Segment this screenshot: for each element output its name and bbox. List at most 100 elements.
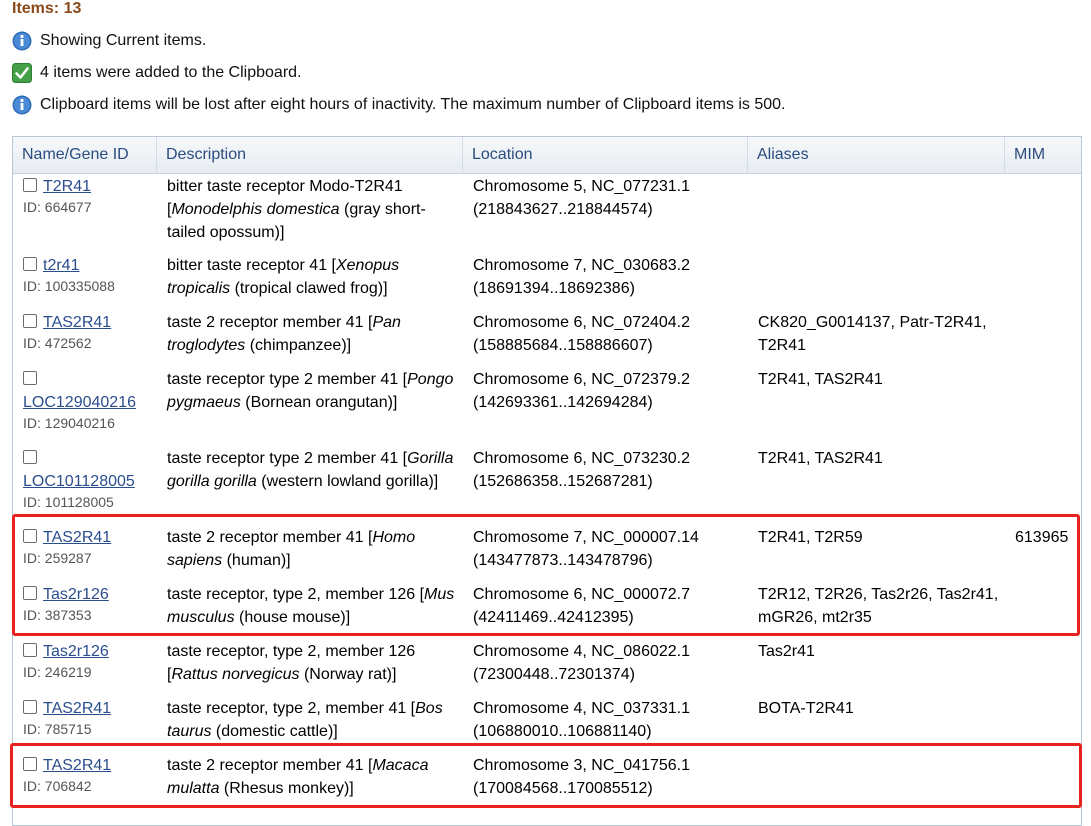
gene-link[interactable]: TAS2R41 xyxy=(43,314,111,331)
row-checkbox[interactable] xyxy=(23,757,37,771)
info-message-text: Showing Current items. xyxy=(40,32,207,49)
row-checkbox[interactable] xyxy=(23,586,37,600)
name-cell: TAS2R41 ID: 785715 xyxy=(23,697,157,739)
info-message-text: Clipboard items will be lost after eight… xyxy=(40,96,786,113)
column-header-name[interactable]: Name/Gene ID xyxy=(13,137,157,173)
name-cell: LOC101128005 ID: 101128005 xyxy=(23,447,157,512)
location-chromosome: Chromosome 4, NC_086022.1 xyxy=(473,643,691,660)
location-cell: Chromosome 6, NC_072379.2 (142693361..142… xyxy=(473,368,753,414)
location-range: (142693361..142694284) xyxy=(473,394,653,411)
aliases-cell: T2R41, T2R59 xyxy=(758,529,863,546)
gene-link[interactable]: Tas2r126 xyxy=(43,586,109,603)
success-message: 4 items were added to the Clipboard. xyxy=(12,62,301,84)
location-range: (42411469..42412395) xyxy=(473,609,634,626)
name-cell: T2R41 ID: 664677 xyxy=(23,175,157,217)
location-chromosome: Chromosome 6, NC_000072.7 xyxy=(473,586,691,603)
location-cell: Chromosome 7, NC_030683.2 (18691394..1869… xyxy=(473,254,753,300)
description-cell: taste receptor, type 2, member 41 [Bos t… xyxy=(167,697,457,743)
row-checkbox[interactable] xyxy=(23,314,37,328)
name-cell: t2r41 ID: 100335088 xyxy=(23,254,157,296)
gene-id: ID: 472562 xyxy=(23,335,92,351)
location-chromosome: Chromosome 6, NC_073230.2 xyxy=(473,450,691,467)
location-range: (72300448..72301374) xyxy=(473,666,635,683)
location-range: (106880010..106881140) xyxy=(473,723,652,740)
description-text: taste 2 receptor member 41 [ xyxy=(167,314,373,331)
description-text: bitter taste receptor 41 [ xyxy=(167,257,336,274)
row-checkbox[interactable] xyxy=(23,178,37,192)
row-checkbox[interactable] xyxy=(23,643,37,657)
description-text: taste receptor type 2 member 41 [ xyxy=(167,371,408,388)
location-range: (158885684..158886607) xyxy=(473,337,653,354)
info-icon xyxy=(12,31,32,51)
gene-link[interactable]: TAS2R41 xyxy=(43,700,111,717)
description-text: taste 2 receptor member 41 [ xyxy=(167,757,373,774)
description-cell: taste 2 receptor member 41 [Pan troglody… xyxy=(167,311,457,357)
aliases-cell: T2R41, TAS2R41 xyxy=(758,450,883,467)
location-cell: Chromosome 7, NC_000007.14 (143477873..14… xyxy=(473,526,753,572)
location-cell: Chromosome 6, NC_072404.2 (158885684..158… xyxy=(473,311,753,357)
location-chromosome: Chromosome 6, NC_072404.2 xyxy=(473,314,691,331)
name-cell: TAS2R41 ID: 472562 xyxy=(23,311,157,353)
description-common-name: (Rhesus monkey)] xyxy=(219,780,354,797)
column-header-mim[interactable]: MIM xyxy=(1005,137,1081,173)
name-cell: TAS2R41 ID: 259287 xyxy=(23,526,157,568)
location-chromosome: Chromosome 4, NC_037331.1 xyxy=(473,700,691,717)
description-text: taste receptor, type 2, member 126 [ xyxy=(167,586,425,603)
location-chromosome: Chromosome 6, NC_072379.2 xyxy=(473,371,691,388)
gene-link[interactable]: LOC129040216 xyxy=(23,394,136,411)
name-cell: LOC129040216 ID: 129040216 xyxy=(23,368,157,433)
gene-id: ID: 387353 xyxy=(23,607,92,623)
description-common-name: (tropical clawed frog)] xyxy=(230,280,388,297)
gene-link[interactable]: Tas2r126 xyxy=(43,643,109,660)
aliases-cell: Tas2r41 xyxy=(758,643,815,660)
gene-link[interactable]: T2R41 xyxy=(43,178,91,195)
gene-id: ID: 100335088 xyxy=(23,278,115,294)
location-cell: Chromosome 6, NC_073230.2 (152686358..152… xyxy=(473,447,753,493)
description-text: taste 2 receptor member 41 [ xyxy=(167,529,373,546)
aliases-cell: CK820_G0014137, Patr-T2R41, T2R41 xyxy=(758,314,987,354)
row-checkbox[interactable] xyxy=(23,529,37,543)
description-text: taste receptor type 2 member 41 [ xyxy=(167,450,408,467)
name-cell: TAS2R41 ID: 706842 xyxy=(23,754,157,796)
description-common-name: (western lowland gorilla)] xyxy=(256,473,439,490)
mim-cell[interactable]: 613965 xyxy=(1015,526,1081,549)
location-cell: Chromosome 4, NC_086022.1 (72300448..7230… xyxy=(473,640,753,686)
results-table: Name/Gene ID Description Location Aliase… xyxy=(12,136,1082,826)
row-checkbox[interactable] xyxy=(23,450,37,464)
location-chromosome: Chromosome 7, NC_030683.2 xyxy=(473,257,691,274)
gene-link[interactable]: TAS2R41 xyxy=(43,757,111,774)
location-range: (170084568..170085512) xyxy=(473,780,653,797)
info-icon xyxy=(12,95,32,115)
description-cell: taste 2 receptor member 41 [Macaca mulat… xyxy=(167,754,457,800)
description-common-name: (chimpanzee)] xyxy=(245,337,352,354)
location-cell: Chromosome 3, NC_041756.1 (170084568..170… xyxy=(473,754,753,800)
gene-link[interactable]: t2r41 xyxy=(43,257,79,274)
success-message-text: 4 items were added to the Clipboard. xyxy=(40,64,302,81)
location-range: (218843627..218844574) xyxy=(473,201,653,218)
aliases-cell: T2R41, TAS2R41 xyxy=(758,371,883,388)
row-checkbox[interactable] xyxy=(23,700,37,714)
gene-id: ID: 101128005 xyxy=(23,494,114,510)
info-message: Showing Current items. xyxy=(12,30,206,52)
aliases-cell: BOTA-T2R41 xyxy=(758,700,854,717)
description-common-name: (house mouse)] xyxy=(234,609,351,626)
description-cell: bitter taste receptor 41 [Xenopus tropic… xyxy=(167,254,457,300)
row-checkbox[interactable] xyxy=(23,371,37,385)
row-checkbox[interactable] xyxy=(23,257,37,271)
column-header-aliases[interactable]: Aliases xyxy=(748,137,1005,173)
location-chromosome: Chromosome 7, NC_000007.14 xyxy=(473,529,699,546)
column-header-description[interactable]: Description xyxy=(157,137,463,173)
description-cell: taste receptor type 2 member 41 [Gorilla… xyxy=(167,447,457,493)
description-common-name: (human)] xyxy=(222,552,291,569)
species-name: Monodelphis domestica xyxy=(171,201,340,218)
checkmark-icon xyxy=(12,63,32,83)
column-header-location[interactable]: Location xyxy=(463,137,748,173)
gene-id: ID: 129040216 xyxy=(23,415,115,431)
description-common-name: (Norway rat)] xyxy=(299,666,397,683)
gene-link[interactable]: TAS2R41 xyxy=(43,529,111,546)
location-chromosome: Chromosome 3, NC_041756.1 xyxy=(473,757,691,774)
table-header: Name/Gene ID Description Location Aliase… xyxy=(13,137,1081,174)
gene-link[interactable]: LOC101128005 xyxy=(23,473,135,490)
gene-id: ID: 706842 xyxy=(23,778,92,794)
gene-id: ID: 785715 xyxy=(23,721,92,737)
